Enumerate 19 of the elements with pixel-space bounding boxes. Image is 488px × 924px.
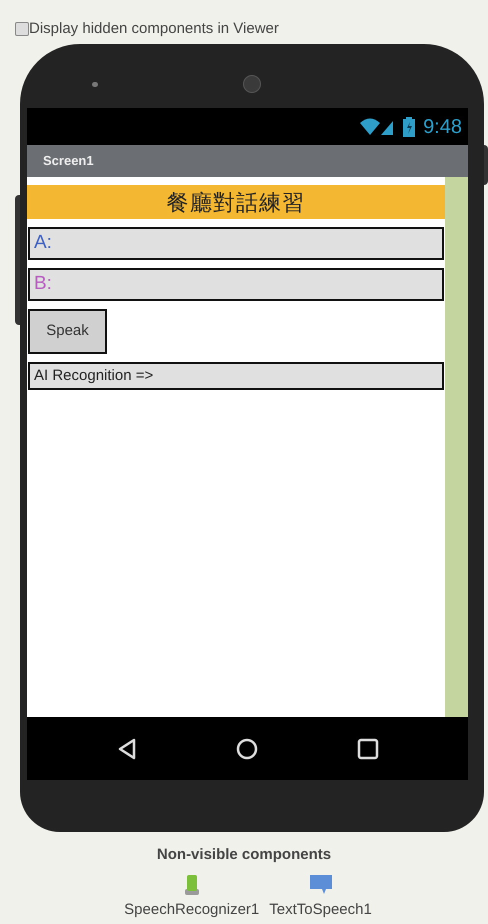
- text-label: A:: [28, 227, 444, 260]
- checkbox[interactable]: [15, 22, 29, 36]
- speech-bubble-icon: [310, 874, 332, 894]
- battery-icon: [403, 116, 416, 136]
- text-label: B:: [28, 268, 444, 301]
- section-heading: Non-visible components: [156, 845, 332, 865]
- camera-icon: [243, 75, 261, 93]
- phone-icon: [184, 874, 199, 894]
- recents-icon[interactable]: [356, 738, 378, 760]
- back-icon[interactable]: [116, 738, 136, 760]
- component-name[interactable]: TextToSpeech1: [269, 898, 372, 921]
- title-label: 餐廳對話練習: [27, 185, 445, 219]
- speak-button[interactable]: Speak: [28, 309, 107, 354]
- component-name[interactable]: SpeechRecognizer1: [124, 898, 260, 921]
- clock-time: 9:48: [423, 114, 462, 140]
- screen-title: Screen1: [43, 152, 94, 170]
- recognition-label: AI Recognition =>: [28, 362, 444, 390]
- home-icon[interactable]: [236, 738, 258, 760]
- checkbox-label: Display hidden components in Viewer: [29, 18, 279, 39]
